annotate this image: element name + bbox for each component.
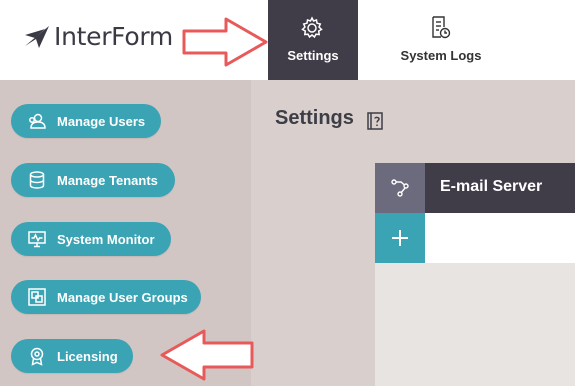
sidebar-item-label: Manage Tenants	[57, 172, 158, 188]
top-bar: InterForm Settings System Logs	[0, 0, 575, 80]
logo[interactable]: InterForm	[25, 22, 173, 51]
add-button[interactable]	[375, 213, 425, 263]
help-icon[interactable]	[367, 112, 383, 130]
plus-icon	[392, 230, 408, 246]
sidebar-item-label: Manage Users	[57, 113, 146, 129]
annotation-arrow-right	[182, 17, 268, 67]
gear-icon	[301, 16, 323, 39]
tab-settings[interactable]: Settings	[268, 0, 358, 80]
database-icon	[27, 170, 47, 190]
groups-icon	[27, 287, 47, 307]
sidebar-item-manage-users[interactable]: Manage Users	[11, 104, 161, 138]
badge-icon	[27, 346, 47, 366]
annotation-arrow-left	[160, 329, 254, 381]
sidebar-item-label: Licensing	[57, 348, 118, 364]
sidebar-item-label: System Monitor	[57, 231, 155, 247]
logo-text: InterForm	[54, 22, 173, 51]
tab-system-logs[interactable]: System Logs	[385, 0, 497, 80]
list-item-label: E-mail Server	[440, 178, 543, 195]
flow-icon[interactable]	[375, 163, 425, 213]
interform-logo-icon	[25, 25, 49, 48]
tab-system-logs-label: System Logs	[400, 48, 482, 63]
sidebar-item-label: Manage User Groups	[57, 289, 188, 305]
sidebar-item-manage-tenants[interactable]: Manage Tenants	[11, 163, 175, 197]
monitor-icon	[27, 229, 47, 249]
tab-settings-label: Settings	[287, 48, 339, 63]
page-title: Settings	[275, 107, 354, 129]
sidebar-item-system-monitor[interactable]: System Monitor	[11, 222, 171, 256]
users-icon	[27, 111, 47, 131]
sidebar-item-licensing[interactable]: Licensing	[11, 339, 133, 373]
sidebar-item-manage-user-groups[interactable]: Manage User Groups	[11, 280, 201, 314]
document-clock-icon	[432, 16, 451, 39]
